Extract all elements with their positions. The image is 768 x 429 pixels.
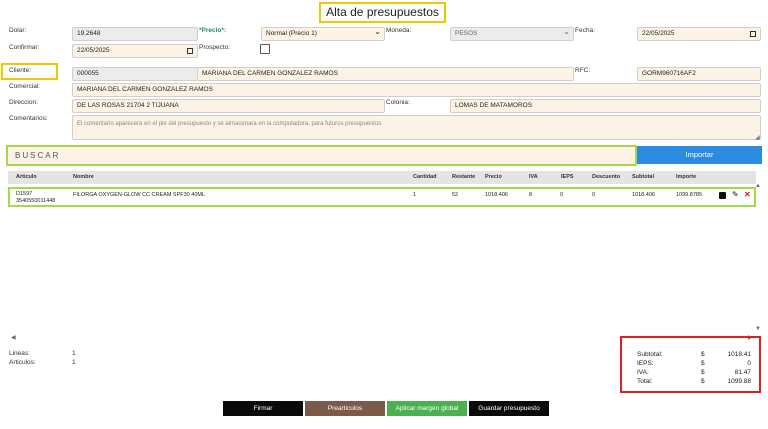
cell-ieps: 0 <box>560 192 564 198</box>
cell-cantidad: 1 <box>413 192 417 198</box>
dolar-label: Dolar: <box>9 27 27 34</box>
articulos-value: 1 <box>72 359 76 366</box>
comercial-field[interactable]: MARIANA DEL CARMEN GONZALEZ RAMOS <box>72 83 761 97</box>
confirmar-label: Confirmar: <box>9 44 40 51</box>
confirmar-field[interactable]: 22/05/2025 <box>72 44 198 58</box>
cell-articulo: D1597 <box>16 191 33 197</box>
colonia-label: Colonia: <box>386 99 410 106</box>
prearticulos-button[interactable]: Prearticulos <box>305 401 385 416</box>
cell-precio: 1018.406 <box>485 192 508 198</box>
iva-label: IVA: <box>637 369 649 376</box>
fecha-label: Fecha: <box>575 27 595 34</box>
direccion-field[interactable]: DE LAS ROSAS 21704 2 TIJUANA <box>72 99 385 113</box>
th-precio: Precio <box>485 174 502 180</box>
cell-iva: 8 <box>529 192 533 198</box>
rfc-field[interactable]: GORM960716AF2 <box>637 67 761 81</box>
scroll-left-icon[interactable]: ◀ <box>11 334 16 341</box>
subtotal-value: 1018.41 <box>727 351 752 358</box>
delete-icon[interactable]: ✕ <box>744 190 751 199</box>
th-restante: Restante <box>452 174 476 180</box>
lineas-value: 1 <box>72 350 76 357</box>
totals-panel: Subtotal: $ 1018.41 IEPS: $ 0 IVA: $ 81.… <box>620 336 761 393</box>
dolar-field[interactable]: 19.2648 <box>72 27 198 41</box>
page-title: Alta de presupuestos <box>319 2 446 23</box>
edit-note-icon[interactable] <box>719 192 726 199</box>
fecha-field[interactable]: 22/05/2025 <box>637 27 761 41</box>
total-value: 1099.88 <box>727 378 752 385</box>
ieps-label: IEPS: <box>637 360 654 367</box>
comentarios-textarea[interactable]: El comentario aparecera en el pie del pr… <box>72 115 761 140</box>
direccion-label: Direccion: <box>9 99 38 106</box>
cliente-code-field[interactable]: 000055 <box>72 67 198 81</box>
currency-symbol: $ <box>701 360 705 367</box>
search-input[interactable]: BUSCAR <box>6 145 637 166</box>
cell-nombre: FILORGA OXYGEN-GLOW CC CREAM SPF30 40ML <box>73 192 206 198</box>
pencil-icon[interactable]: ✎ <box>732 190 739 199</box>
th-importe: Importe <box>676 174 697 180</box>
lineas-label: Lineas: <box>9 350 30 357</box>
resize-handle-icon[interactable]: ◢ <box>755 134 760 141</box>
th-descuento: Descuento <box>592 174 621 180</box>
table-row[interactable]: D1597 3540550011448 FILORGA OXYGEN-GLOW … <box>8 187 756 207</box>
calendar-icon[interactable] <box>750 31 756 37</box>
comentarios-label: Comentarios: <box>9 115 48 122</box>
guardar-presupuesto-button[interactable]: Guardar presupuesto <box>469 401 549 416</box>
aplicar-margen-button[interactable]: Aplicar margen global <box>387 401 467 416</box>
colonia-field[interactable]: LOMAS DE MATAMOROS <box>450 99 761 113</box>
cell-restante: 52 <box>452 192 459 198</box>
scroll-down-icon[interactable]: ▼ <box>755 326 761 332</box>
precio-select[interactable]: Normal (Precio 1) <box>261 27 385 41</box>
iva-value: 81.47 <box>734 369 751 376</box>
th-nombre: Nombre <box>73 174 94 180</box>
th-iva: IVA <box>529 174 538 180</box>
prospecto-label: Prospecto: <box>199 44 231 51</box>
currency-symbol: $ <box>701 378 705 385</box>
moneda-label: Moneda: <box>386 27 412 34</box>
import-button[interactable]: Importar <box>637 146 762 164</box>
articulos-label: Articulos: <box>9 359 36 366</box>
th-articulo: Articulo <box>16 174 37 180</box>
cell-subtotal: 1018.406 <box>632 192 655 198</box>
currency-symbol: $ <box>701 351 705 358</box>
th-subtotal: Subtotal <box>632 174 654 180</box>
calendar-icon[interactable] <box>187 48 193 54</box>
ieps-value: 0 <box>747 360 751 367</box>
fecha-value: 22/05/2025 <box>642 30 675 37</box>
cell-descuento: 0 <box>592 192 596 198</box>
subtotal-label: Subtotal: <box>637 351 663 358</box>
comercial-label: Comercial: <box>9 83 41 90</box>
total-label: Total: <box>637 378 653 385</box>
precio-label: *Precio*: <box>199 27 227 34</box>
th-cantidad: Cantidad <box>413 174 437 180</box>
cliente-name-field[interactable]: MARIANA DEL CARMEN GONZALEZ RAMOS <box>197 67 574 81</box>
cell-barcode: 3540550011448 <box>16 198 56 204</box>
cell-importe: 1099.8785 <box>676 192 702 198</box>
currency-symbol: $ <box>701 369 705 376</box>
confirmar-value: 22/05/2025 <box>77 47 110 54</box>
moneda-select[interactable]: PESOS <box>450 27 574 41</box>
scroll-up-icon[interactable]: ▲ <box>755 183 761 189</box>
rfc-label: RFC: <box>575 67 591 74</box>
prospecto-checkbox[interactable] <box>260 44 270 54</box>
th-ieps: IEPS <box>561 174 574 180</box>
firmar-button[interactable]: Firmar <box>223 401 303 416</box>
table-header: Articulo Nombre Cantidad Restante Precio… <box>8 171 756 184</box>
cliente-label: Cliente: <box>9 67 32 74</box>
